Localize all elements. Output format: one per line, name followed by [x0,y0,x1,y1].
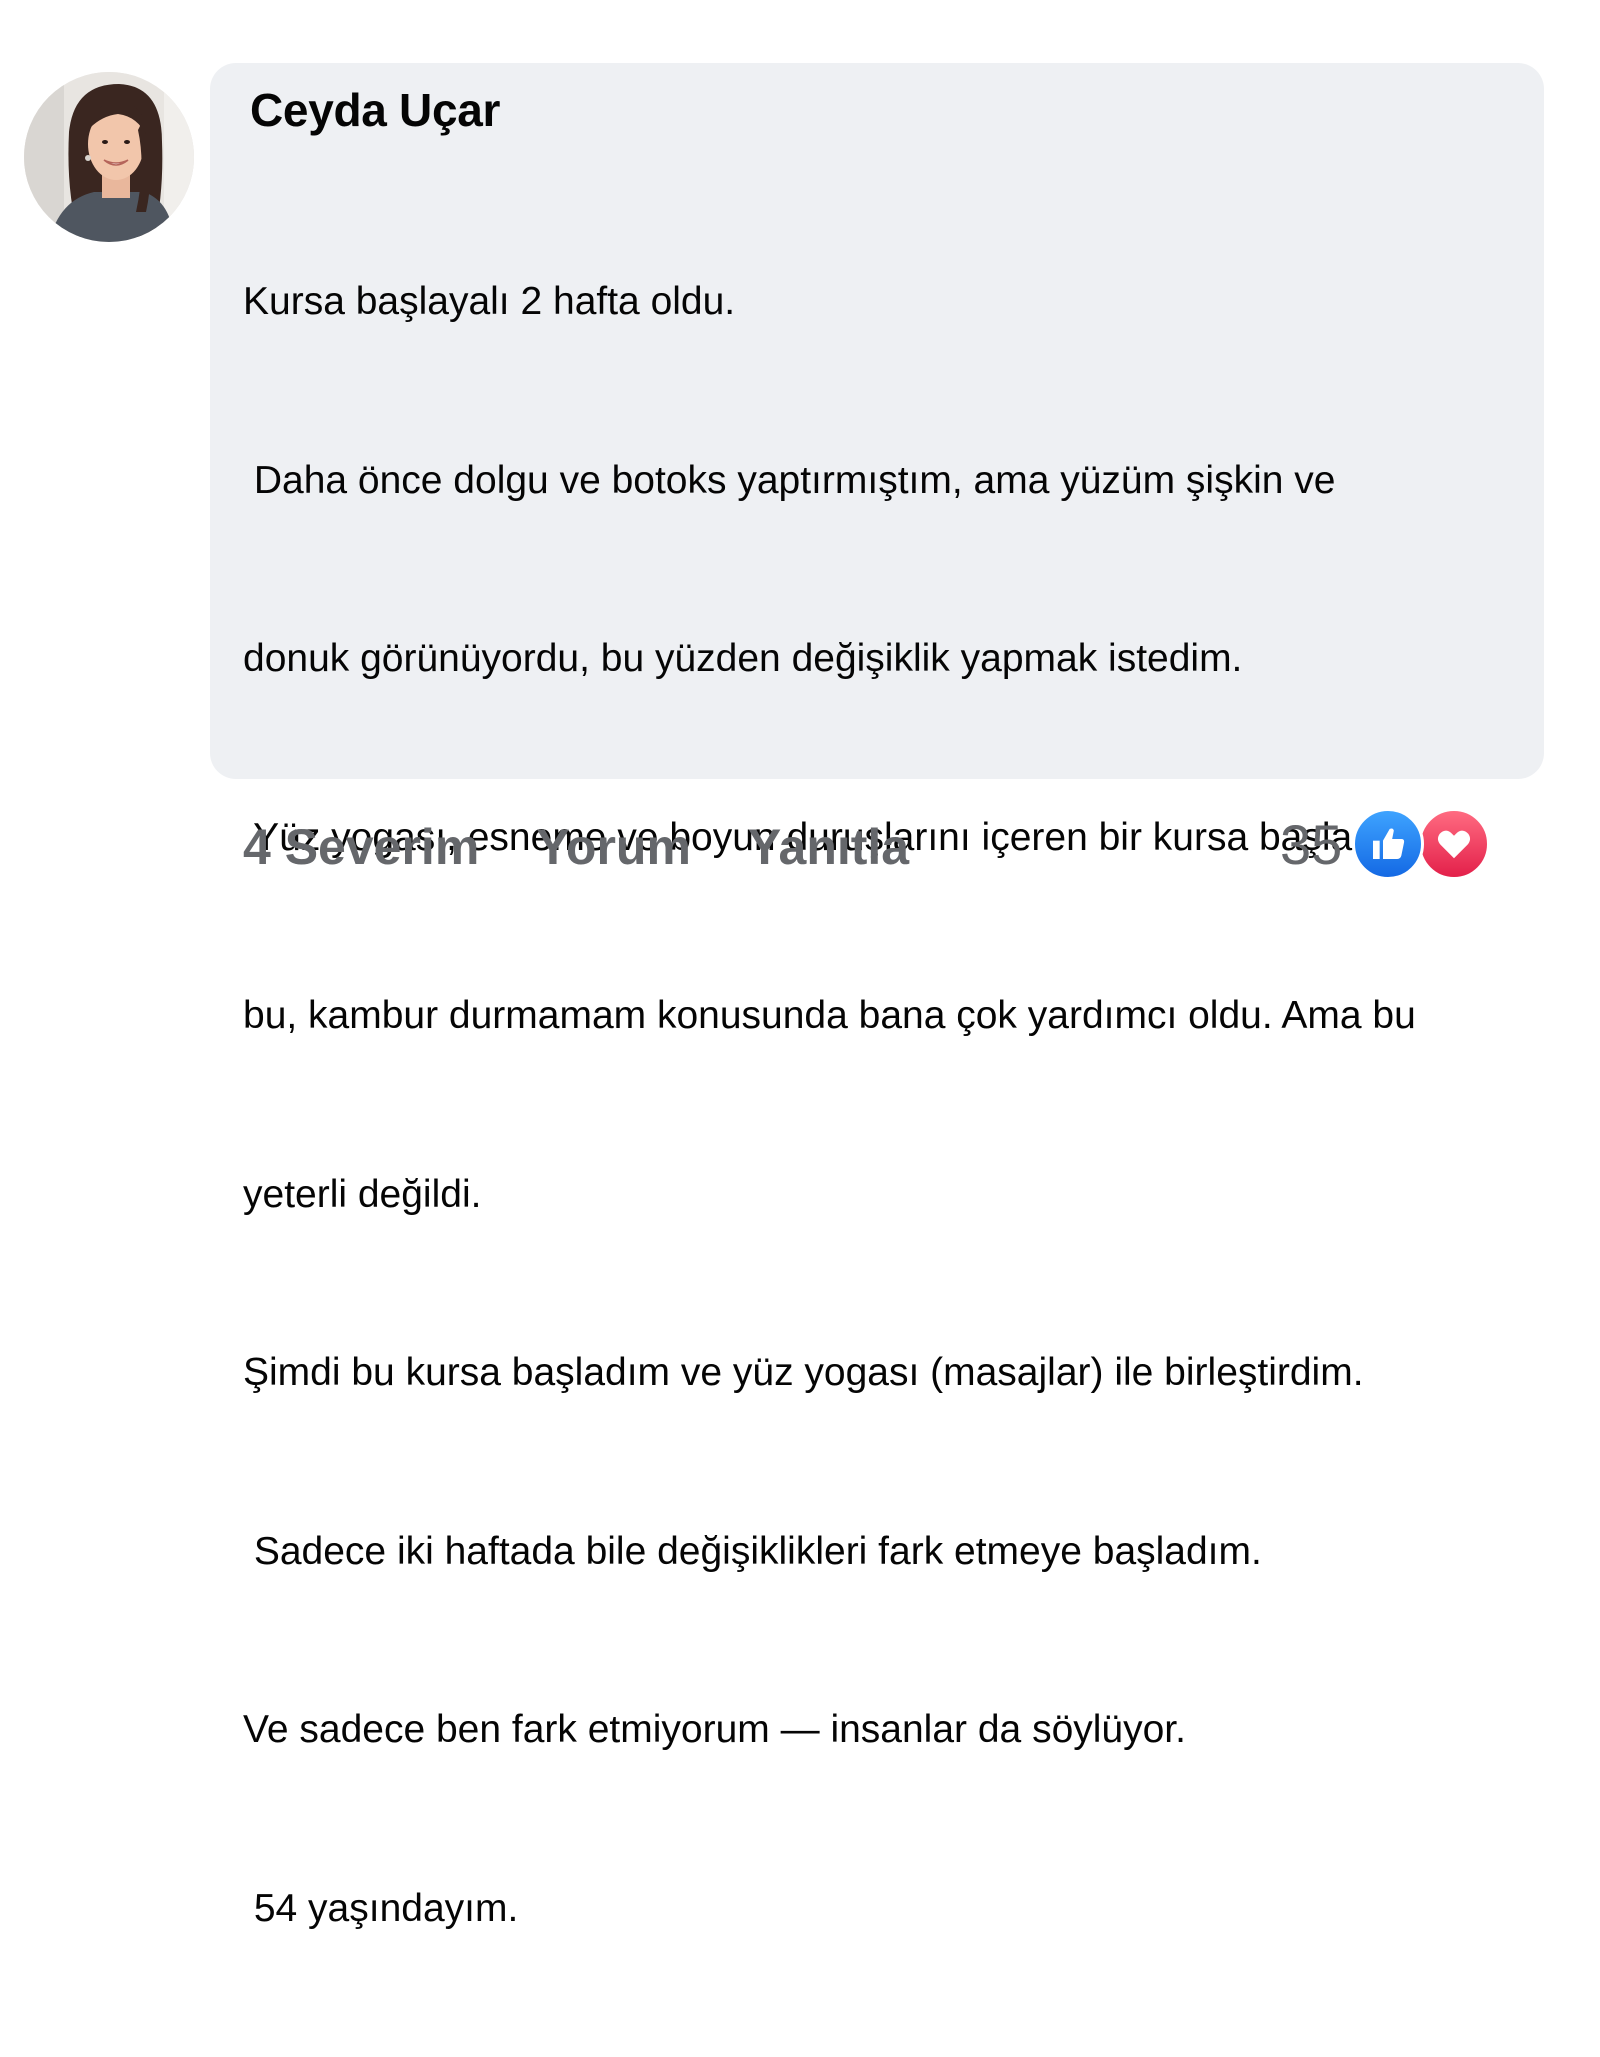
comment-line: donuk görünüyordu, bu yüzden değişiklik … [243,637,1243,680]
comment-line: Sadece iki haftada bile değişiklikleri f… [243,1529,1262,1573]
comment-line: Daha önce dolgu ve botoks yaptırmıştım, … [243,458,1336,502]
comment-button[interactable]: Yorum [536,818,691,876]
comment-line: Kursa başlayalı 2 hafta oldu. [243,280,736,323]
comment-line: Şimdi bu kursa başladım ve yüz yogası (m… [243,1351,1364,1394]
like-icon [1352,808,1425,880]
avatar-photo [24,72,194,242]
comment-line: 54 yaşındayım. [243,1886,519,1930]
like-button[interactable]: 4 Severim [243,818,479,876]
author-name[interactable]: Ceyda Uçar [250,83,500,137]
comment-line: bu, kambur durmamam konusunda bana çok y… [243,994,1416,1037]
comment-actions: 4 Severim Yorum Yanıtla [243,815,966,879]
love-icon [1418,808,1491,880]
comment-line: Ve sadece ben fark etmiyorum — insanlar … [243,1708,1186,1751]
comment-line: yeterli değildi. [243,1172,482,1216]
avatar[interactable] [24,72,194,242]
comment: Ceyda Uçar Kursa başlayalı 2 hafta oldu.… [0,0,1600,1930]
reply-button[interactable]: Yanıtla [748,818,909,876]
reaction-count: 35 [1280,812,1343,876]
comment-text: Kursa başlayalı 2 hafta oldu. Daha önce … [243,153,1533,2057]
comment-bubble: Ceyda Uçar Kursa başlayalı 2 hafta oldu.… [210,63,1544,1930]
reactions-summary[interactable]: 35 [1280,808,1491,880]
